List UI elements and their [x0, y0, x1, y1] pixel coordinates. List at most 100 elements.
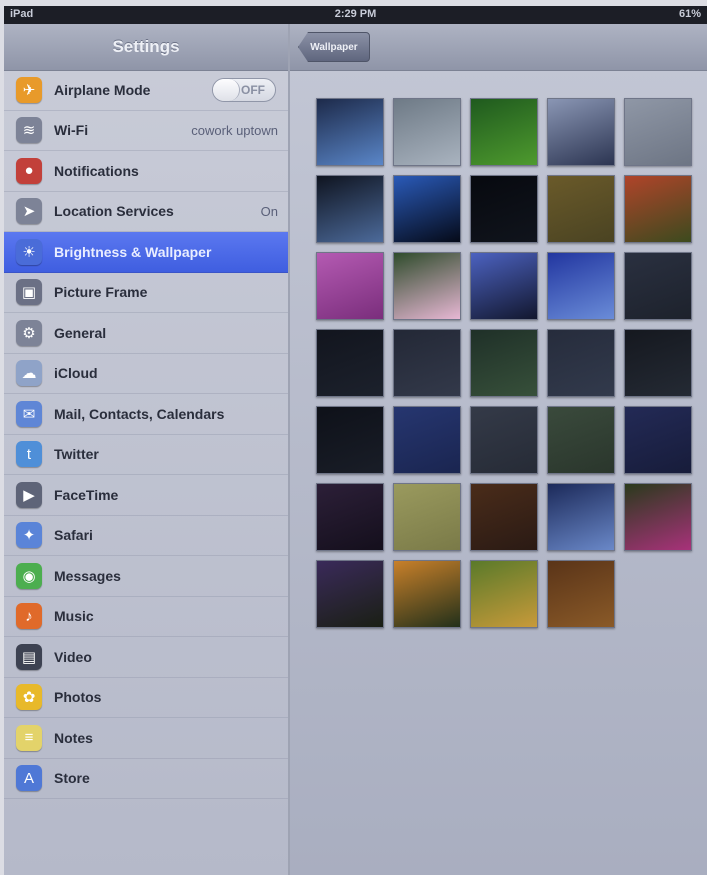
status-bar: iPad 2:29 PM 61%: [4, 6, 707, 24]
sidebar-item-brightness-wallpaper[interactable]: ☀ Brightness & Wallpaper: [4, 232, 288, 273]
sidebar-item-picture-frame[interactable]: ▣ Picture Frame: [4, 273, 288, 313]
sidebar-title: Settings: [4, 24, 288, 71]
sidebar-item-video[interactable]: ▤ Video: [4, 637, 288, 678]
sidebar-item-label: Brightness & Wallpaper: [54, 243, 212, 260]
cloud-icon: ☁: [16, 360, 42, 387]
wifi-icon: ≋: [16, 117, 42, 144]
wallpaper-thumb[interactable]: [393, 252, 461, 320]
sidebar-item-messages[interactable]: ◉ Messages: [4, 556, 288, 597]
notifications-icon: ●: [16, 157, 42, 184]
wallpaper-thumb[interactable]: [393, 98, 461, 166]
ipad-screen: iPad 2:29 PM 61% Settings ✈ Airplane Mode…: [4, 6, 707, 875]
sidebar-item-label: Mail, Contacts, Calendars: [54, 405, 225, 422]
wallpaper-thumb[interactable]: [624, 252, 692, 320]
detail-pane: Wallpaper: [290, 24, 707, 875]
wallpaper-thumb[interactable]: [624, 483, 692, 551]
wallpaper-thumb[interactable]: [393, 483, 461, 551]
toggle-knob: [213, 79, 240, 101]
wallpaper-thumb[interactable]: [624, 98, 692, 166]
wallpaper-thumb[interactable]: [547, 329, 615, 397]
wallpaper-thumb[interactable]: [470, 560, 538, 628]
wallpaper-thumb[interactable]: [316, 329, 384, 397]
gear-icon: ⚙: [16, 319, 42, 346]
wallpaper-thumb[interactable]: [393, 329, 461, 397]
sidebar-item-label: Video: [54, 648, 92, 665]
sidebar-item-label: Twitter: [54, 446, 99, 463]
sidebar-item-photos[interactable]: ✿ Photos: [4, 678, 288, 718]
video-icon: ▤: [16, 643, 42, 670]
wallpaper-thumb[interactable]: [316, 98, 384, 166]
safari-icon: ✦: [16, 522, 42, 549]
sidebar-item-value: cowork uptown: [191, 122, 278, 138]
wallpaper-thumb[interactable]: [624, 329, 692, 397]
sidebar-item-airplane-mode[interactable]: ✈ Airplane Mode OFF: [4, 70, 288, 111]
wallpaper-thumb[interactable]: [470, 98, 538, 166]
sidebar-item-label: Notes: [54, 729, 93, 746]
battery-indicator: 61%: [678, 8, 701, 20]
wallpaper-grid: [316, 98, 698, 628]
sidebar-item-location-services[interactable]: ➤ Location Services On: [4, 192, 288, 232]
sidebar-item-label: General: [54, 324, 107, 341]
wallpaper-thumb[interactable]: [547, 406, 615, 474]
back-button[interactable]: Wallpaper: [298, 32, 370, 62]
picture-frame-icon: ▣: [16, 279, 42, 306]
sidebar-item-wi-fi[interactable]: ≋ Wi-Fi cowork uptown: [4, 111, 288, 151]
sidebar-item-general[interactable]: ⚙ General: [4, 313, 288, 354]
settings-list: ✈ Airplane Mode OFF ≋ Wi-Fi cowork uptown ● Not…: [4, 70, 288, 799]
airplane-icon: ✈: [16, 76, 42, 103]
sidebar-item-label: Photos: [54, 689, 102, 706]
settings-sidebar: Settings ✈ Airplane Mode OFF ≋ Wi-Fi cowork u…: [4, 24, 290, 875]
sidebar-item-label: Notifications: [54, 162, 139, 179]
wallpaper-thumb[interactable]: [470, 329, 538, 397]
mail-icon: ✉: [16, 400, 42, 427]
wallpaper-thumb[interactable]: [393, 560, 461, 628]
sidebar-item-music[interactable]: ♪ Music: [4, 597, 288, 637]
facetime-icon: ▶: [16, 481, 42, 508]
toggle-state-label: OFF: [241, 83, 265, 97]
sidebar-item-notifications[interactable]: ● Notifications: [4, 151, 288, 192]
store-icon: A: [16, 765, 42, 792]
notes-icon: ≡: [16, 724, 42, 751]
sidebar-item-safari[interactable]: ✦ Safari: [4, 516, 288, 556]
sidebar-item-twitter[interactable]: t Twitter: [4, 435, 288, 475]
wallpaper-thumb[interactable]: [624, 406, 692, 474]
music-icon: ♪: [16, 603, 42, 630]
sidebar-item-icloud[interactable]: ☁ iCloud: [4, 354, 288, 394]
airplane-mode-toggle[interactable]: OFF: [212, 78, 276, 102]
brightness-icon: ☀: [16, 238, 42, 265]
wallpaper-thumb[interactable]: [470, 406, 538, 474]
wallpaper-thumb[interactable]: [547, 483, 615, 551]
wallpaper-thumb[interactable]: [316, 406, 384, 474]
status-time: 2:29 PM: [334, 8, 377, 20]
wallpaper-thumb[interactable]: [547, 175, 615, 243]
detail-navbar: Wallpaper: [290, 24, 707, 71]
sidebar-item-mail-contacts-calendars[interactable]: ✉ Mail, Contacts, Calendars: [4, 394, 288, 435]
sidebar-item-label: iCloud: [54, 365, 98, 382]
wallpaper-thumb[interactable]: [624, 175, 692, 243]
wallpaper-thumb[interactable]: [316, 560, 384, 628]
sidebar-item-label: Safari: [54, 527, 93, 544]
photos-icon: ✿: [16, 684, 42, 711]
sidebar-item-value: On: [260, 203, 278, 219]
wallpaper-thumb[interactable]: [393, 406, 461, 474]
sidebar-item-label: Store: [54, 770, 90, 787]
location-icon: ➤: [16, 198, 42, 225]
wallpaper-thumb[interactable]: [316, 252, 384, 320]
wallpaper-thumb[interactable]: [470, 483, 538, 551]
sidebar-item-label: Airplane Mode: [54, 81, 151, 98]
sidebar-item-label: Messages: [54, 567, 121, 584]
wallpaper-thumb[interactable]: [316, 483, 384, 551]
sidebar-item-label: Wi-Fi: [54, 122, 89, 139]
sidebar-item-notes[interactable]: ≡ Notes: [4, 718, 288, 759]
messages-icon: ◉: [16, 562, 42, 589]
wallpaper-thumb[interactable]: [470, 175, 538, 243]
wallpaper-thumb[interactable]: [470, 252, 538, 320]
sidebar-item-label: Music: [54, 608, 94, 625]
wallpaper-thumb[interactable]: [547, 560, 615, 628]
sidebar-item-facetime[interactable]: ▶ FaceTime: [4, 475, 288, 516]
wallpaper-thumb[interactable]: [547, 98, 615, 166]
wallpaper-thumb[interactable]: [393, 175, 461, 243]
sidebar-item-store[interactable]: A Store: [4, 759, 288, 799]
wallpaper-thumb[interactable]: [547, 252, 615, 320]
wallpaper-thumb[interactable]: [316, 175, 384, 243]
